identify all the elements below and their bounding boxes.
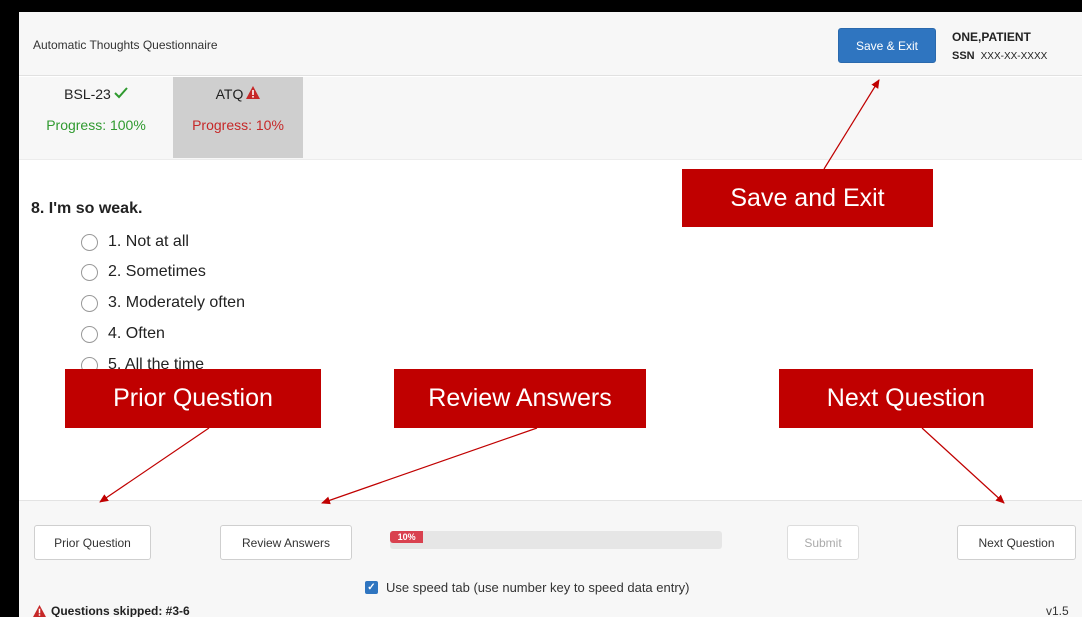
tab-atq[interactable]: ATQ Progress: 10% (173, 77, 303, 158)
questions-skipped-notice: Questions skipped: #3-6 (33, 604, 190, 617)
radio-button[interactable] (81, 233, 98, 251)
tab-bsl-23-label: BSL-23 (64, 86, 111, 102)
review-answers-button[interactable]: Review Answers (220, 525, 352, 560)
prior-question-callout: Prior Question (65, 369, 321, 428)
radio-button[interactable] (81, 294, 98, 312)
answer-option[interactable]: 1. Not at all (81, 231, 189, 253)
warning-icon (246, 86, 261, 102)
question-title: 8. I'm so weak. (31, 200, 143, 217)
patient-ssn: SSN XXX-XX-XXXX (952, 50, 1047, 62)
review-answers-callout: Review Answers (394, 369, 646, 428)
screenshot-frame: Automatic Thoughts Questionnaire Save & … (0, 0, 1082, 617)
tab-bsl-23[interactable]: BSL-23 Progress: 100% (19, 77, 173, 158)
version-label: v1.5 (1046, 604, 1069, 617)
ssn-label: SSN (952, 50, 975, 62)
navigation-footer: Prior Question Review Answers 10% Submit… (19, 500, 1082, 617)
prior-question-arrow (99, 427, 210, 503)
save-exit-callout: Save and Exit (682, 169, 933, 227)
save-exit-button[interactable]: Save & Exit (838, 28, 936, 63)
next-question-button[interactable]: Next Question (957, 525, 1076, 560)
progress-bar-fill: 10% (390, 531, 424, 543)
patient-name: ONE,PATIENT (952, 30, 1031, 44)
answer-option-label: 4. Often (108, 325, 165, 342)
answer-option[interactable]: 4. Often (81, 323, 165, 345)
review-answers-arrow (321, 427, 538, 505)
questionnaire-app: Automatic Thoughts Questionnaire Save & … (19, 12, 1082, 617)
radio-button[interactable] (81, 263, 98, 281)
next-question-callout: Next Question (779, 369, 1033, 428)
tab-bsl-23-progress: Progress: 100% (46, 117, 146, 133)
app-header: Automatic Thoughts Questionnaire Save & … (19, 12, 1082, 76)
warning-icon (33, 605, 46, 617)
instrument-tabs: BSL-23 Progress: 100% ATQ Progress: 10% (19, 77, 1082, 160)
tab-atq-progress: Progress: 10% (192, 117, 284, 133)
answer-option-label: 2. Sometimes (108, 263, 206, 280)
answer-option-label: 3. Moderately often (108, 294, 245, 311)
tab-atq-label: ATQ (215, 86, 244, 102)
answer-option[interactable]: 3. Moderately often (81, 292, 245, 314)
questions-skipped-text: Questions skipped: #3-6 (51, 604, 190, 617)
submit-button[interactable]: Submit (787, 525, 859, 560)
answer-option-label: 1. Not at all (108, 233, 189, 250)
speed-tab-label: Use speed tab (use number key to speed d… (386, 580, 690, 595)
radio-button[interactable] (81, 325, 98, 343)
check-icon (114, 86, 128, 102)
app-title: Automatic Thoughts Questionnaire (33, 38, 218, 52)
next-question-arrow (921, 427, 1005, 504)
answer-option[interactable]: 2. Sometimes (81, 261, 206, 283)
progress-bar: 10% (390, 531, 722, 549)
speed-tab-option[interactable]: ✓ Use speed tab (use number key to speed… (365, 580, 690, 595)
speed-tab-checkbox[interactable]: ✓ (365, 581, 378, 594)
ssn-value: XXX-XX-XXXX (980, 51, 1048, 62)
prior-question-button[interactable]: Prior Question (34, 525, 151, 560)
